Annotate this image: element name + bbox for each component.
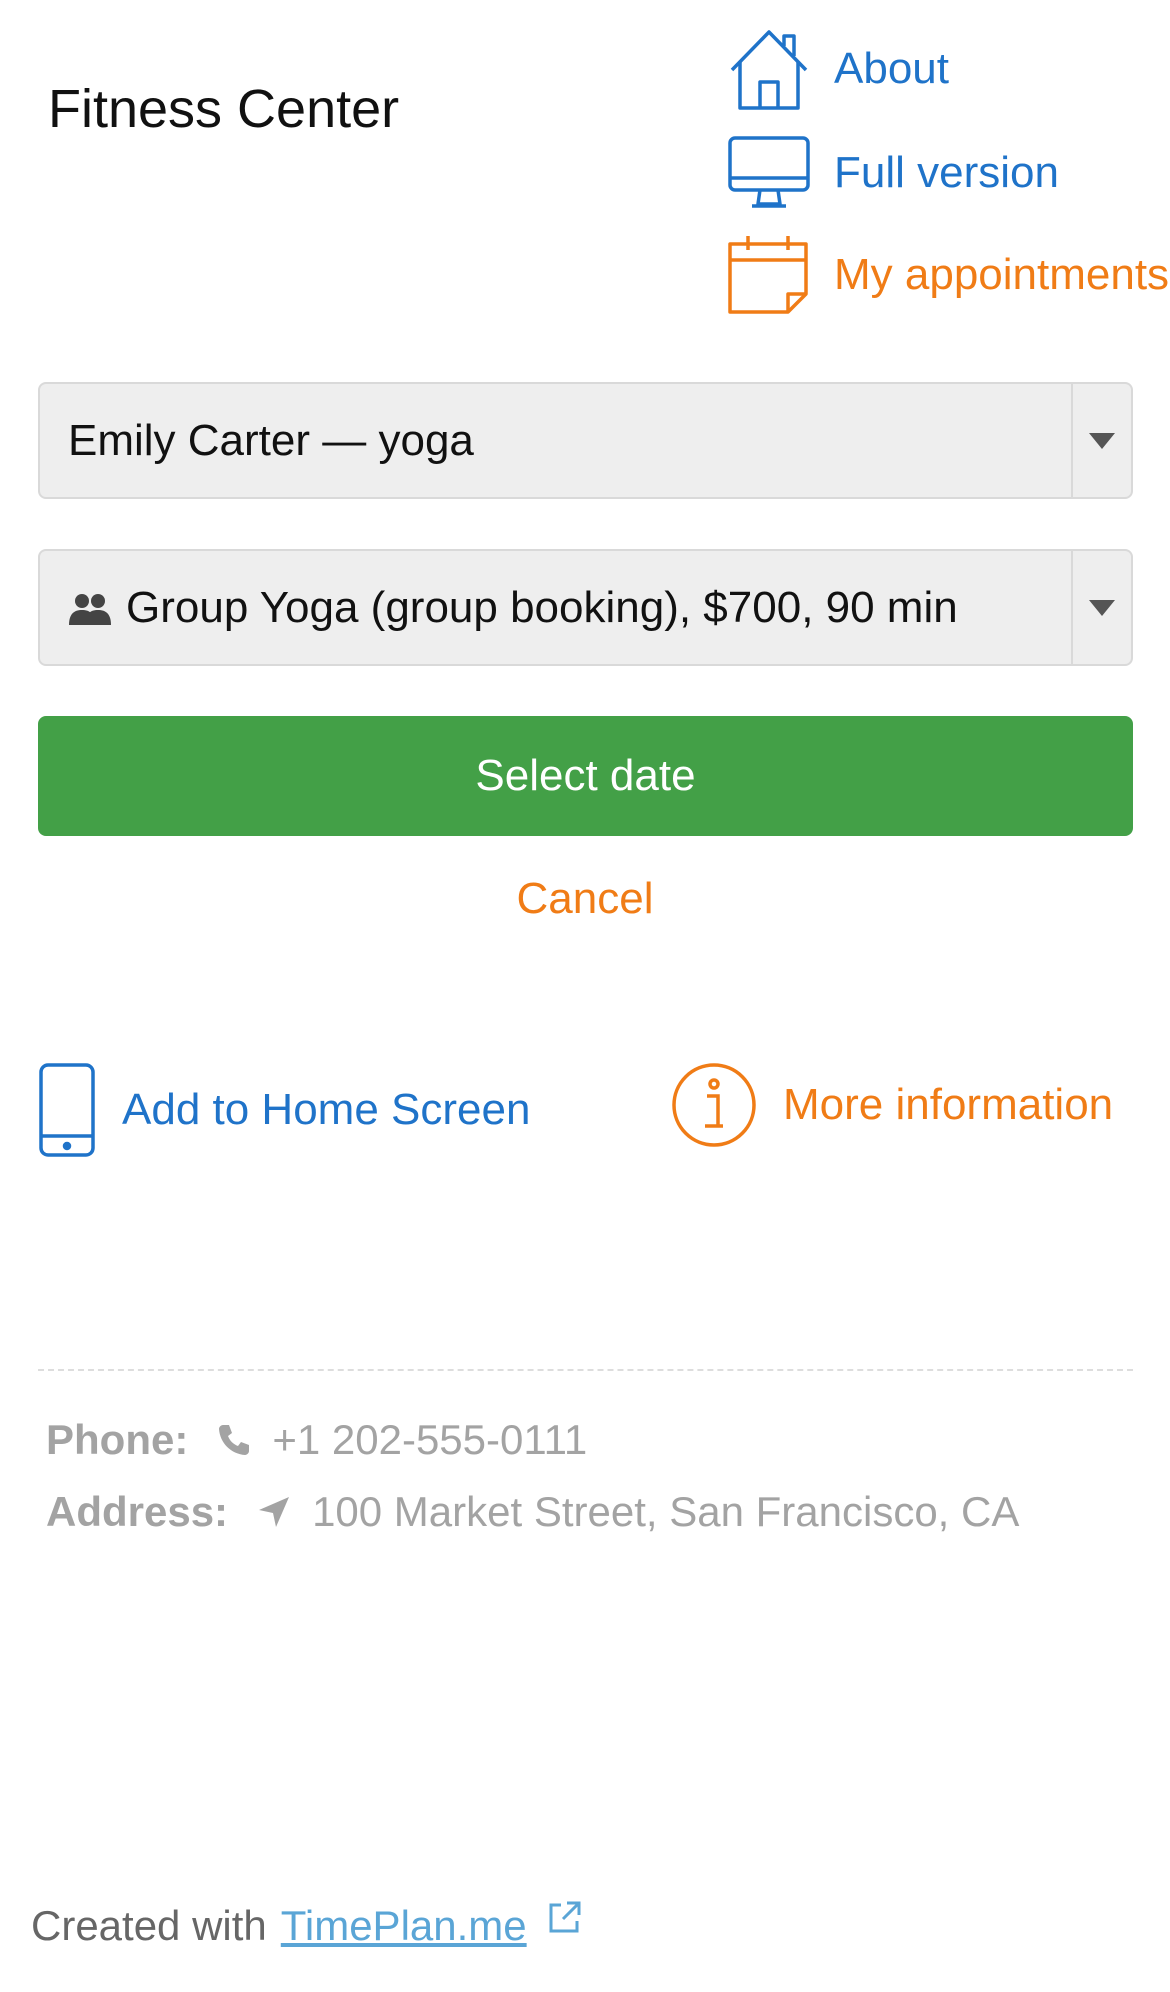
info-icon (671, 1062, 757, 1148)
service-select[interactable]: Group Yoga (group booking), $700, 90 min (38, 549, 1133, 666)
house-icon (726, 26, 812, 112)
address-label: Address: (46, 1488, 229, 1535)
about-link[interactable]: About (726, 26, 949, 112)
more-information-label: More information (783, 1080, 1114, 1129)
footer: Created with TimePlan.me (31, 1899, 583, 1950)
service-select-text: Group Yoga (group booking), $700, 90 min (40, 583, 1071, 633)
full-version-link-label: Full version (834, 148, 1059, 197)
external-link-icon[interactable] (547, 1899, 583, 1935)
footer-prefix: Created with (31, 1902, 267, 1949)
phone-handset-icon (216, 1422, 252, 1458)
more-information-link[interactable]: More information (671, 1062, 1113, 1148)
select-date-button[interactable]: Select date (38, 716, 1133, 836)
chevron-down-icon (1071, 384, 1131, 497)
page-title: Fitness Center (48, 79, 400, 139)
full-version-link[interactable]: Full version (726, 130, 1059, 216)
add-to-home-screen-link[interactable]: Add to Home Screen (38, 1062, 530, 1158)
address-value[interactable]: 100 Market Street, San Francisco, CA (312, 1488, 1019, 1536)
phone-icon (38, 1062, 96, 1158)
phone-label: Phone: (46, 1416, 189, 1463)
monitor-icon (726, 130, 812, 216)
chevron-down-icon (1071, 551, 1131, 664)
timeplan-link[interactable]: TimePlan.me (281, 1902, 527, 1950)
group-people-icon (68, 588, 112, 625)
divider (38, 1369, 1133, 1371)
phone-row: Phone: +1 202-555-0111 (46, 1416, 587, 1464)
service-select-value: Group Yoga (group booking), $700, 90 min (126, 582, 958, 632)
calendar-icon (726, 232, 812, 318)
add-to-home-screen-label: Add to Home Screen (122, 1085, 531, 1134)
phone-value[interactable]: +1 202-555-0111 (272, 1416, 587, 1464)
specialist-select[interactable]: Emily Carter — yoga (38, 382, 1133, 499)
location-arrow-icon (256, 1494, 292, 1530)
about-link-label: About (834, 44, 949, 93)
specialist-select-value: Emily Carter — yoga (68, 415, 474, 465)
cancel-link[interactable]: Cancel (0, 874, 1170, 924)
my-appointments-link-label: My appointments (834, 250, 1170, 299)
my-appointments-link[interactable]: My appointments (726, 232, 1169, 318)
address-row: Address: 100 Market Street, San Francisc… (46, 1488, 1019, 1536)
